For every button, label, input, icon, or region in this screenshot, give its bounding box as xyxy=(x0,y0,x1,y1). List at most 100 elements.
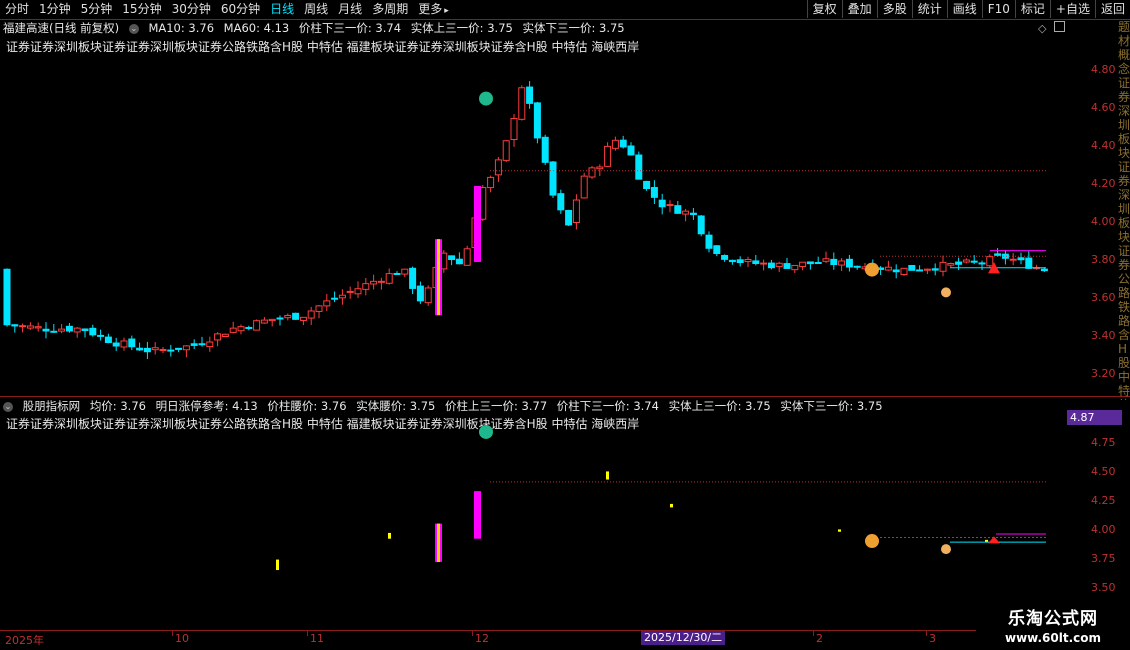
watermark-title: 乐淘公式网 xyxy=(1008,609,1098,629)
candle-body xyxy=(666,204,674,207)
tab-60min[interactable]: 60分钟 xyxy=(216,0,265,19)
candle-body xyxy=(206,341,214,348)
panel-divider xyxy=(0,396,1130,397)
diamond-icon[interactable]: ◇ xyxy=(1038,22,1046,35)
candle-body xyxy=(744,259,752,263)
candle-body xyxy=(370,280,378,285)
candle-body xyxy=(260,319,268,324)
candle-body xyxy=(713,245,721,254)
candle-body xyxy=(510,117,518,140)
draw-line-button[interactable]: 画线 xyxy=(946,0,982,18)
candle-body xyxy=(806,261,814,265)
candle-body xyxy=(393,272,401,275)
candle-body xyxy=(42,328,50,332)
candle-body xyxy=(939,261,947,272)
candle-body xyxy=(682,210,690,215)
indicator-toggle-icon[interactable]: ⌄ xyxy=(3,401,13,412)
candle-body xyxy=(588,167,596,178)
axis-tick: 4.20 xyxy=(1091,177,1116,190)
ma10-value: MA10: 3.76 xyxy=(148,21,215,35)
f10-button[interactable]: F10 xyxy=(981,0,1015,18)
watermark: 乐淘公式网 www.60lt.com xyxy=(976,598,1130,650)
bar-waist-value: 价柱腰价: 3.76 xyxy=(267,399,347,413)
candle-body xyxy=(611,139,619,149)
candle-body xyxy=(463,248,471,266)
candle-body xyxy=(767,262,775,269)
candle-body xyxy=(635,154,643,180)
down-signal-icon xyxy=(479,424,493,439)
indicator-chart[interactable] xyxy=(0,414,1063,630)
candle-body xyxy=(736,259,744,264)
tab-1min[interactable]: 1分钟 xyxy=(34,0,76,19)
candle-body xyxy=(526,86,534,104)
candle-body xyxy=(159,348,167,351)
tab-more[interactable]: 更多 ▸ xyxy=(413,0,454,19)
date-label: 2025年 xyxy=(5,634,44,647)
candle-body xyxy=(931,268,939,271)
candle-body xyxy=(338,294,346,299)
body-upper-third-value: 实体上三一价: 3.75 xyxy=(410,21,513,35)
candle-body xyxy=(284,314,292,319)
candle-body xyxy=(354,288,362,295)
tab-30min[interactable]: 30分钟 xyxy=(167,0,216,19)
candle-body xyxy=(752,260,760,264)
bar-lower-third-value: 价柱下三一价: 3.74 xyxy=(556,399,659,413)
candle-body xyxy=(674,205,682,214)
hand-pointer-icon xyxy=(941,287,951,298)
candle-body xyxy=(268,318,276,322)
indicator-bar xyxy=(276,559,279,571)
date-label: 12 xyxy=(475,632,489,645)
maximize-icon[interactable] xyxy=(1054,21,1065,32)
candle-body xyxy=(377,280,385,283)
tab-multi-period[interactable]: 多周期 xyxy=(367,0,413,19)
candle-body xyxy=(580,175,588,199)
tab-weekly[interactable]: 周线 xyxy=(299,0,333,19)
candle-body xyxy=(643,180,651,190)
mark-button[interactable]: 标记 xyxy=(1014,0,1050,18)
tab-15min[interactable]: 15分钟 xyxy=(117,0,166,19)
candle-body xyxy=(448,255,456,261)
add-watchlist-button[interactable]: +自选 xyxy=(1049,0,1095,18)
candle-body xyxy=(978,262,986,265)
more-label: 更多 xyxy=(418,2,443,16)
indicator-bar xyxy=(838,529,841,532)
settings-toggle-icon[interactable]: ⌄ xyxy=(128,23,139,34)
tab-daily[interactable]: 日线 xyxy=(265,0,299,19)
concept-side-strip[interactable]: 题材概念证券深圳板块证券深圳板块证券公路铁路含H股中特估福建板块海峡西岸 xyxy=(1118,20,1130,400)
candle-body xyxy=(970,260,978,263)
candle-body xyxy=(331,297,339,300)
stock-title[interactable]: 福建高速(日线 前复权) xyxy=(3,21,119,35)
candle-body xyxy=(549,161,557,196)
date-label: 3 xyxy=(929,632,936,645)
candle-body xyxy=(689,212,697,216)
axis-tick: 3.20 xyxy=(1091,367,1116,380)
candle-body xyxy=(1017,257,1025,261)
tab-monthly[interactable]: 月线 xyxy=(333,0,367,19)
overlay-button[interactable]: 叠加 xyxy=(841,0,877,18)
axis-tick: 4.60 xyxy=(1091,101,1116,114)
candle-body xyxy=(299,316,307,321)
tab-timeshare[interactable]: 分时 xyxy=(0,0,34,19)
bar-upper-third-value: 价柱上三一价: 3.77 xyxy=(445,399,548,413)
candle-body xyxy=(214,333,222,341)
watermark-url: www.60lt.com xyxy=(1004,631,1102,645)
bar-lower-third-value: 价柱下三一价: 3.74 xyxy=(298,21,402,35)
candle-body xyxy=(565,209,573,226)
restore-rights-button[interactable]: 复权 xyxy=(806,0,842,18)
period-tabs: 分时 1分钟 5分钟 15分钟 30分钟 60分钟 日线 周线 月线 多周期 更… xyxy=(0,0,454,19)
axis-tick: 4.80 xyxy=(1091,63,1116,76)
date-label: 10 xyxy=(175,632,189,645)
multi-stock-button[interactable]: 多股 xyxy=(876,0,912,18)
candle-body xyxy=(190,343,198,346)
candle-body xyxy=(822,258,830,262)
candle-body xyxy=(721,255,729,260)
date-tick xyxy=(472,630,473,636)
statistics-button[interactable]: 统计 xyxy=(911,0,947,18)
back-button[interactable]: 返回 xyxy=(1094,0,1130,18)
indicator-title[interactable]: 股朋指标网 xyxy=(23,399,81,413)
candle-body xyxy=(884,266,892,271)
candle-body xyxy=(409,267,417,289)
candle-body xyxy=(557,193,565,211)
tab-5min[interactable]: 5分钟 xyxy=(76,0,118,19)
kline-chart[interactable] xyxy=(0,36,1063,396)
